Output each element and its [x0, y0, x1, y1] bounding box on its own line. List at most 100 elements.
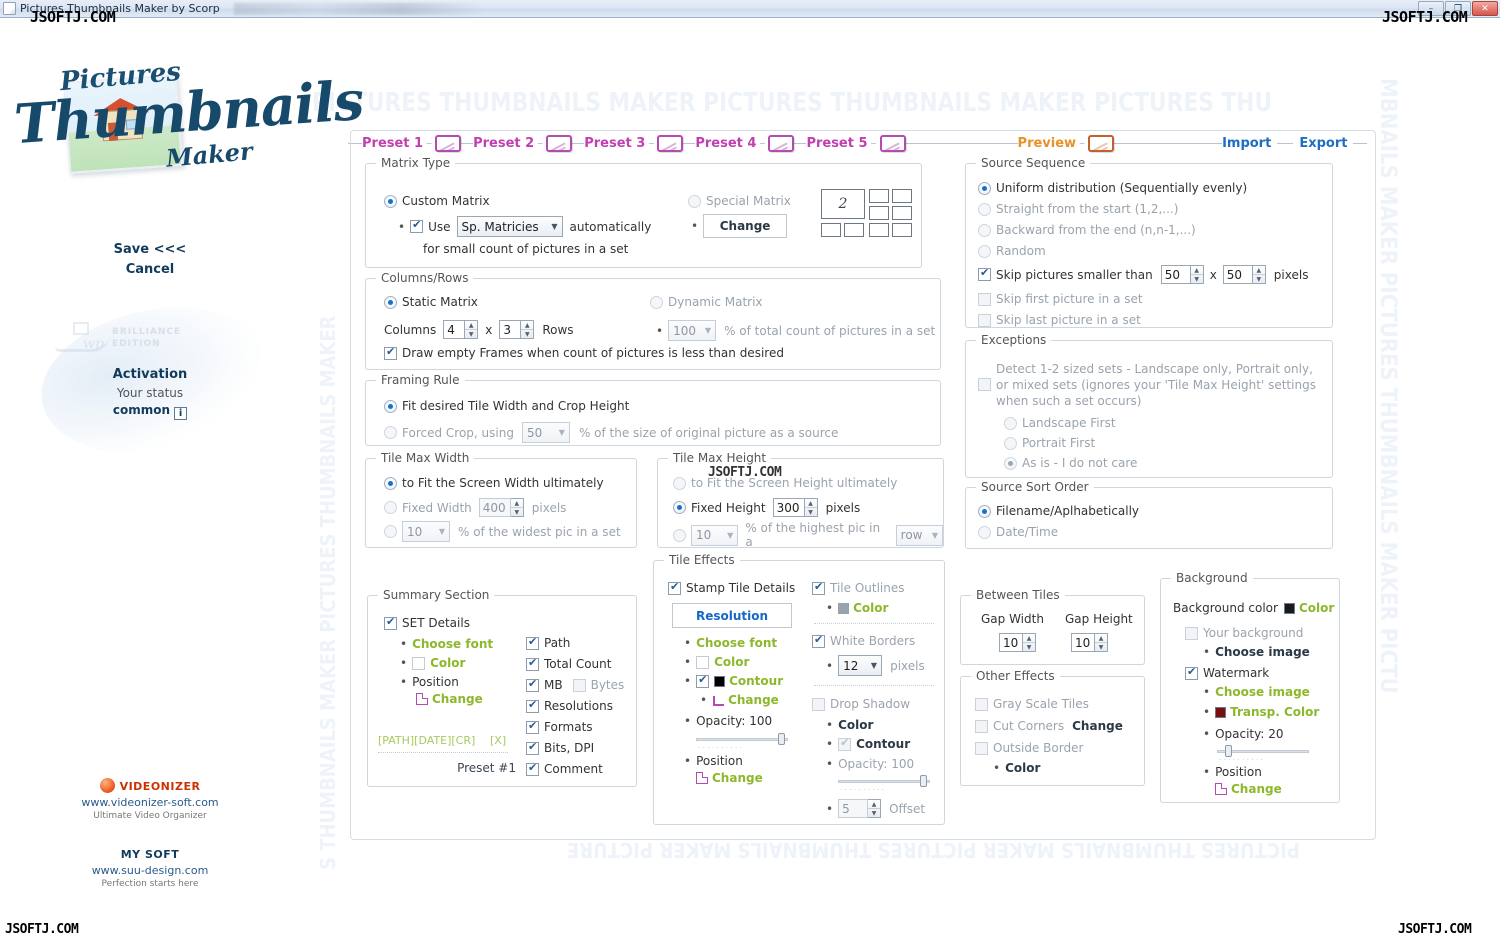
watermark-transp-color-link[interactable]: Transp. Color: [1230, 705, 1319, 719]
gray-scale-tiles-checkbox[interactable]: [975, 697, 988, 711]
skip-smaller-checkbox[interactable]: [978, 266, 991, 281]
white-borders-checkbox[interactable]: [812, 633, 825, 648]
watermark-checkbox[interactable]: [1185, 665, 1198, 680]
drop-shadow-checkbox[interactable]: [812, 697, 825, 711]
as-is-radio[interactable]: [1004, 456, 1017, 470]
summary-color-link[interactable]: Color: [430, 656, 465, 670]
summary-opt-resolutions-checkbox[interactable]: [526, 698, 539, 713]
tile-outline-color-swatch[interactable]: [838, 602, 850, 614]
mysoft-promo[interactable]: MY SOFT www.suu-design.com Perfection st…: [0, 848, 300, 889]
tile-color-checkbox[interactable]: [696, 655, 710, 669]
set-details-checkbox[interactable]: [384, 615, 397, 630]
outside-border-checkbox[interactable]: [975, 741, 988, 755]
detect-sized-sets-checkbox[interactable]: [978, 378, 991, 391]
forced-crop-radio[interactable]: [384, 426, 397, 439]
sp-matricies-select[interactable]: Sp. Matricies ▼: [456, 216, 563, 237]
use-sp-matricies-checkbox[interactable]: [410, 218, 424, 233]
tile-height-scope-select[interactable]: row ▼: [895, 524, 943, 546]
drop-shadow-offset-input[interactable]: 5: [838, 799, 869, 818]
watermark-transp-color-swatch[interactable]: [1215, 706, 1227, 718]
save-button[interactable]: Save <<<: [0, 242, 300, 257]
tile-width-fixed-spinner[interactable]: ▲ ▼: [510, 498, 524, 517]
sort-datetime-radio[interactable]: [978, 525, 991, 539]
tile-width-fixed-radio[interactable]: [384, 501, 397, 514]
close-button[interactable]: ✕: [1472, 1, 1498, 16]
portrait-first-radio[interactable]: [1004, 436, 1017, 450]
mysoft-url[interactable]: www.suu-design.com: [0, 864, 300, 877]
tile-position-change-link[interactable]: Change: [712, 771, 763, 785]
static-matrix-radio[interactable]: [384, 295, 397, 309]
tile-contour-change-link[interactable]: Change: [728, 693, 779, 707]
cut-corners-change-link[interactable]: Change: [1072, 719, 1123, 733]
summary-opt-path-checkbox[interactable]: [526, 635, 539, 650]
seq-backward-radio[interactable]: [978, 223, 991, 237]
summary-opt-total-count-checkbox[interactable]: [526, 656, 539, 671]
your-background-checkbox[interactable]: [1185, 626, 1198, 640]
background-color-swatch[interactable]: [1283, 602, 1295, 614]
tile-contour-link[interactable]: Contour: [729, 674, 783, 688]
summary-opt-bytes-checkbox[interactable]: [572, 678, 586, 692]
skip-first-checkbox[interactable]: [978, 292, 991, 306]
forced-crop-select[interactable]: 50 ▼: [521, 422, 570, 443]
summary-opt-comment-checkbox[interactable]: [526, 761, 539, 776]
tile-height-fit-screen-radio[interactable]: [673, 476, 686, 490]
gap-height-spinner[interactable]: ▲ ▼: [1095, 633, 1108, 652]
tile-width-fit-screen-radio[interactable]: [384, 476, 397, 490]
tile-height-fixed-input[interactable]: 300: [772, 498, 805, 517]
your-background-choose-image-link[interactable]: Choose image: [1215, 645, 1310, 659]
fit-desired-radio[interactable]: [384, 399, 397, 413]
skip-width-input[interactable]: 50: [1160, 265, 1191, 284]
columns-input[interactable]: 4: [443, 320, 466, 339]
videonizer-promo[interactable]: VIDEONIZER www.videonizer-soft.com Ultim…: [0, 778, 300, 821]
special-matrix-change-button[interactable]: Change: [703, 214, 788, 238]
custom-matrix-radio[interactable]: [384, 194, 397, 208]
background-color-link[interactable]: Color: [1299, 601, 1334, 615]
tile-height-fixed-spinner[interactable]: ▲ ▼: [804, 498, 818, 517]
draw-empty-frames-checkbox[interactable]: [384, 345, 397, 360]
tile-contour-color-swatch[interactable]: [714, 675, 726, 687]
summary-position-change-link[interactable]: Change: [432, 692, 483, 706]
gap-width-input[interactable]: 10: [999, 633, 1023, 652]
summary-choose-font-link[interactable]: Choose font: [412, 637, 493, 651]
skip-last-checkbox[interactable]: [978, 313, 991, 327]
skip-height-input[interactable]: 50: [1222, 265, 1253, 284]
videonizer-url[interactable]: www.videonizer-soft.com: [0, 796, 300, 809]
drop-shadow-color-link[interactable]: Color: [838, 718, 873, 732]
skip-width-spinner[interactable]: ▲ ▼: [1190, 265, 1204, 284]
watermark-position-icon[interactable]: [1215, 783, 1227, 795]
summary-color-checkbox[interactable]: [412, 656, 426, 670]
stamp-tile-details-checkbox[interactable]: [668, 580, 681, 595]
tile-color-link[interactable]: Color: [714, 655, 749, 669]
tile-width-percent-radio[interactable]: [384, 525, 397, 538]
drop-shadow-offset-spinner[interactable]: ▲ ▼: [868, 799, 882, 818]
gap-width-spinner[interactable]: ▲ ▼: [1023, 633, 1036, 652]
outside-border-color-link[interactable]: Color: [1005, 761, 1040, 775]
activation-link[interactable]: Activation: [0, 367, 300, 382]
tile-outline-color-link[interactable]: Color: [853, 601, 888, 615]
tile-contour-checkbox[interactable]: [696, 673, 710, 688]
tile-position-icon[interactable]: [696, 772, 708, 784]
tile-width-percent-select[interactable]: 10 ▼: [402, 521, 450, 542]
skip-height-spinner[interactable]: ▲ ▼: [1252, 265, 1266, 284]
summary-opt-bits-dpi-checkbox[interactable]: [526, 740, 539, 755]
summary-opt-mb-checkbox[interactable]: [526, 677, 539, 692]
gap-height-input[interactable]: 10: [1071, 633, 1095, 652]
special-matrix-radio[interactable]: [688, 194, 701, 208]
info-icon[interactable]: i: [174, 407, 188, 420]
columns-spinner[interactable]: ▲ ▼: [465, 320, 479, 339]
rows-spinner[interactable]: ▲ ▼: [521, 320, 535, 339]
tile-outlines-checkbox[interactable]: [812, 580, 825, 595]
summary-position-icon[interactable]: [416, 693, 428, 705]
drop-shadow-contour-checkbox[interactable]: [838, 736, 852, 751]
seq-straight-radio[interactable]: [978, 202, 991, 216]
cut-corners-checkbox[interactable]: [975, 719, 988, 733]
sort-filename-radio[interactable]: [978, 504, 991, 518]
watermark-choose-image-link[interactable]: Choose image: [1215, 685, 1310, 699]
tile-height-percent-radio[interactable]: [673, 528, 686, 542]
tile-height-percent-select[interactable]: 10 ▼: [691, 524, 739, 546]
cancel-button[interactable]: Cancel: [0, 262, 300, 277]
rows-input[interactable]: 3: [499, 320, 522, 339]
seq-random-radio[interactable]: [978, 244, 991, 258]
tile-contour-change-icon[interactable]: [712, 694, 725, 706]
summary-opt-formats-checkbox[interactable]: [526, 719, 539, 734]
